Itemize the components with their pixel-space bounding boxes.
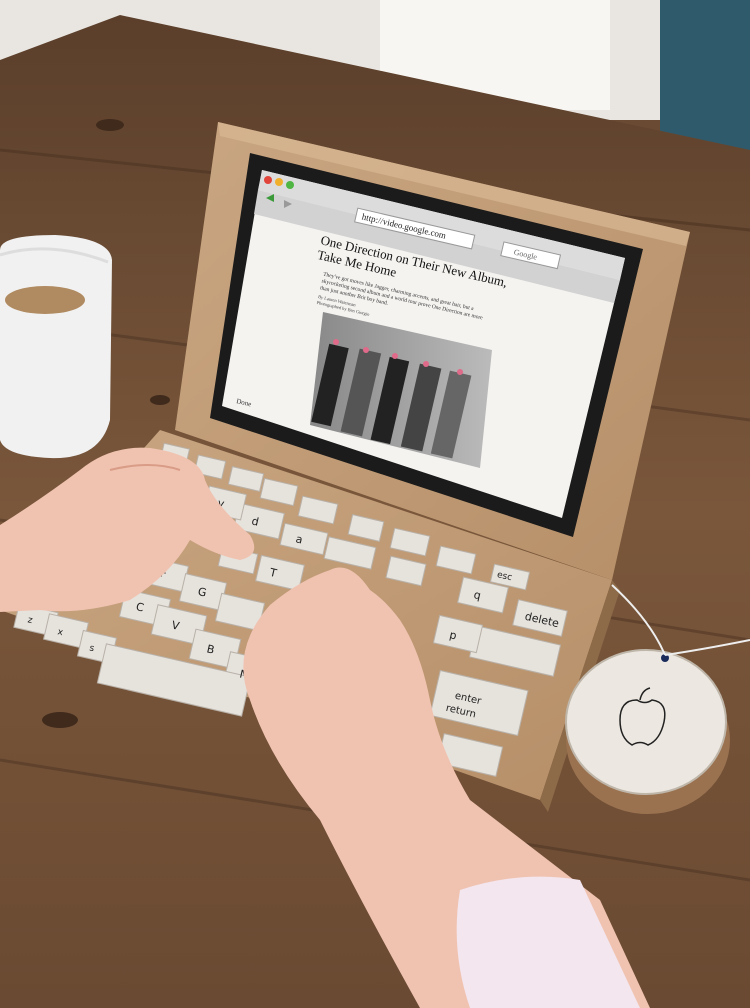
photo-scene: http://video.google.com Google One Direc… [0, 0, 750, 1008]
minimize-icon [275, 178, 283, 186]
close-icon [264, 176, 272, 184]
maximize-icon [286, 181, 294, 189]
coffee-mug [0, 235, 112, 459]
